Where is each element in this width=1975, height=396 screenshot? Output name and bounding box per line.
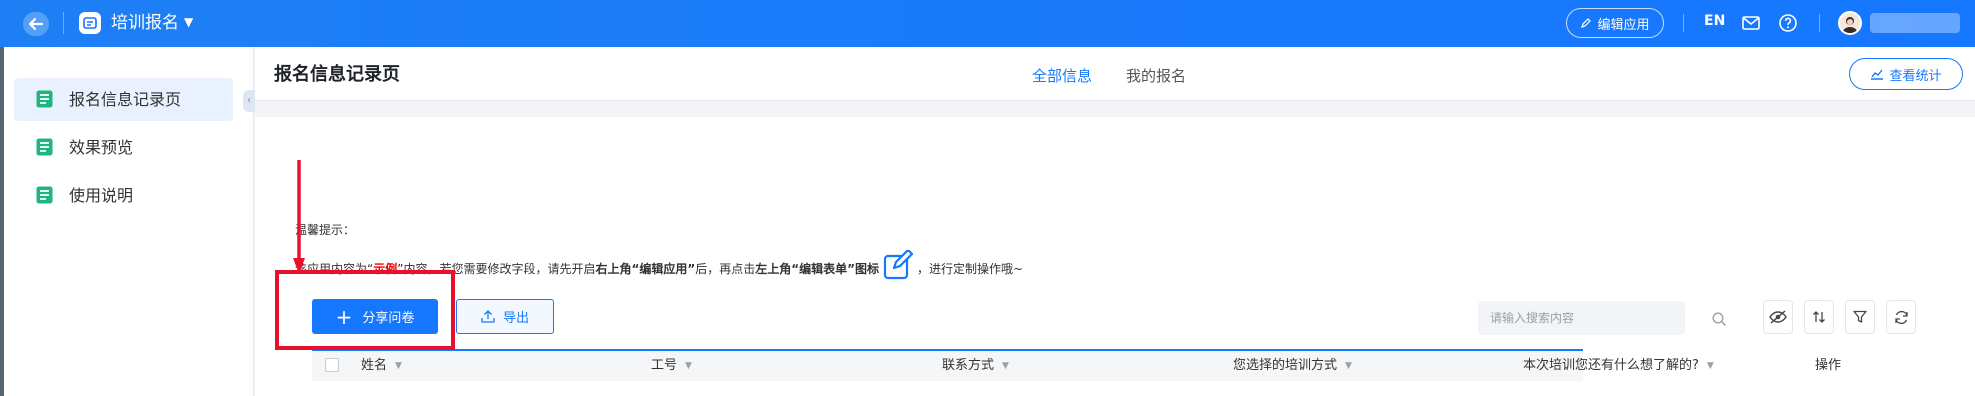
back-button[interactable] [23, 12, 49, 36]
pencil-icon [1581, 17, 1592, 28]
column-header-label: 联系方式 [942, 358, 995, 373]
app-title[interactable]: 培训报名 [111, 12, 179, 34]
caret-down-icon: ▼ [1002, 361, 1009, 371]
sort-button[interactable] [1804, 300, 1834, 334]
annotation-arrow [293, 160, 305, 274]
column-header-label: 您选择的培训方式 [1233, 358, 1338, 373]
caret-down-icon: ▼ [1706, 361, 1714, 371]
column-header-contact[interactable]: 联系方式 ▼ [942, 358, 1009, 375]
upload-icon [481, 310, 495, 323]
caret-down-icon: ▼ [685, 361, 692, 371]
column-header-label: 姓名 [361, 358, 388, 373]
sort-icon [1813, 311, 1825, 323]
top-bar: 培训报名 ▼ 编辑应用 EN [0, 0, 1975, 47]
language-toggle[interactable]: EN [1704, 13, 1725, 29]
eye-off-icon [1769, 310, 1787, 324]
select-all-checkbox[interactable] [325, 358, 339, 372]
sidebar-item-label: 效果预览 [69, 138, 134, 157]
column-header-label: 本次培训您还有什么想了解的? [1523, 358, 1699, 373]
caret-down-icon: ▼ [1345, 361, 1352, 371]
divider [63, 12, 64, 34]
sidebar: 报名信息记录页 效果预览 使用说明 [4, 47, 254, 396]
app-icon [79, 12, 101, 34]
column-header-employee-id[interactable]: 工号 ▼ [651, 358, 692, 375]
divider [1683, 14, 1684, 32]
form-icon [36, 186, 53, 204]
refresh-button[interactable] [1886, 300, 1916, 334]
search-input[interactable] [1478, 301, 1685, 335]
sidebar-collapse-handle[interactable]: ‹ [243, 90, 255, 112]
export-button[interactable]: 导出 [456, 299, 554, 334]
toggle-visibility-button[interactable] [1763, 300, 1793, 334]
search-icon[interactable] [1711, 311, 1727, 327]
export-label: 导出 [502, 311, 529, 326]
sidebar-item-preview[interactable]: 效果预览 [14, 126, 233, 169]
mail-icon[interactable] [1741, 13, 1761, 33]
refresh-icon [1894, 310, 1908, 324]
column-header-questions[interactable]: 本次培训您还有什么想了解的? ▼ [1523, 358, 1714, 375]
edit-app-label: 编辑应用 [1597, 17, 1650, 33]
filter-icon [1853, 310, 1867, 323]
annotation-highlight-box [275, 270, 455, 350]
sidebar-item-records[interactable]: 报名信息记录页 [14, 78, 233, 121]
column-header-training-method[interactable]: 您选择的培训方式 ▼ [1233, 358, 1352, 375]
avatar[interactable] [1838, 11, 1862, 35]
edit-app-button[interactable]: 编辑应用 [1566, 8, 1664, 38]
form-icon [36, 90, 53, 108]
filter-button[interactable] [1845, 300, 1875, 334]
column-header-name[interactable]: 姓名 ▼ [361, 358, 402, 375]
caret-down-icon[interactable]: ▼ [184, 15, 193, 29]
form-icon [36, 138, 53, 156]
sidebar-item-label: 报名信息记录页 [69, 90, 182, 109]
sidebar-item-instructions[interactable]: 使用说明 [14, 174, 233, 217]
table-header: 姓名 ▼ 工号 ▼ 联系方式 ▼ 您选择的培训方式 ▼ 本次培训您还有什么想了解的? ▼ … [312, 351, 1841, 381]
sidebar-item-label: 使用说明 [69, 186, 134, 205]
column-header-label: 工号 [651, 358, 678, 373]
arrow-left-icon [29, 18, 43, 30]
user-name-blurred[interactable] [1870, 13, 1960, 33]
column-header-actions: 操作 [1815, 358, 1842, 373]
caret-down-icon: ▼ [395, 361, 402, 371]
toolbar-layer: + 分享问卷 导出 姓名▼ 工号▼ 联系方式▼ 您选择的培训方式▼ 本次培训您还… [255, 47, 1975, 396]
help-icon[interactable] [1778, 13, 1798, 33]
divider [1819, 14, 1820, 32]
